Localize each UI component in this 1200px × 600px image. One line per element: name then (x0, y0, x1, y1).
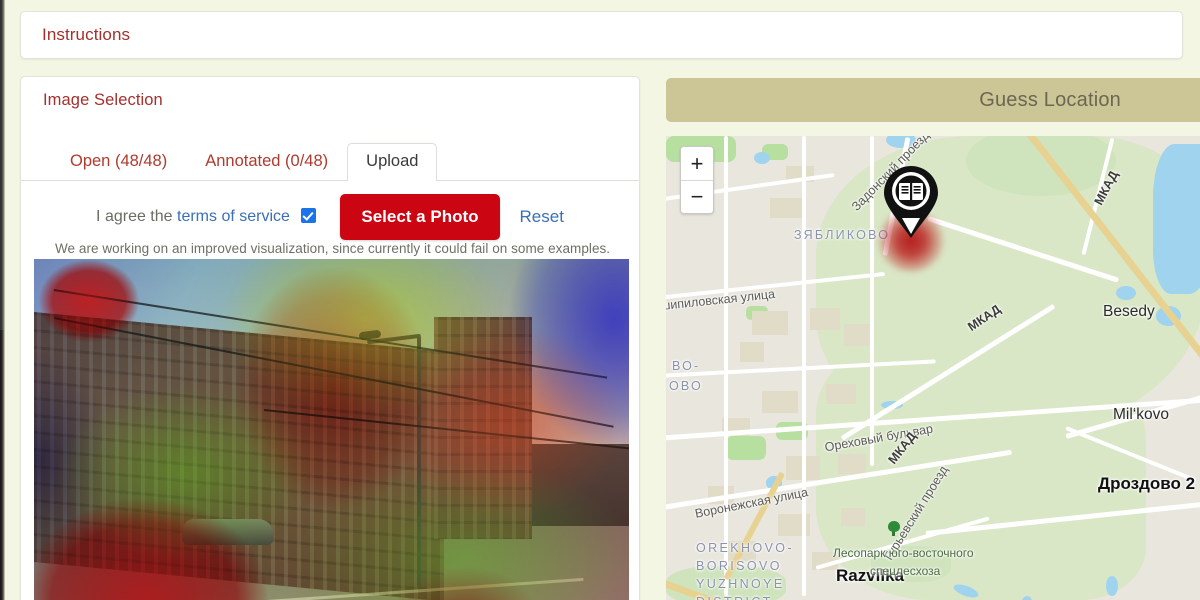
tab-annotated[interactable]: Annotated (0/48) (186, 143, 347, 181)
map-label-ovo: ОВО (669, 379, 703, 393)
map-water-pond-9 (1106, 576, 1118, 596)
instructions-title: Instructions (42, 25, 131, 44)
map-building-6 (844, 324, 870, 346)
guess-location-label: Guess Location (979, 88, 1121, 111)
map-canvas[interactable]: Задонский проезд шипиловская улица ЗЯБЛИ… (666, 136, 1200, 600)
terms-of-service-link[interactable]: terms of service (177, 208, 290, 225)
map-road-vert-2 (802, 136, 806, 596)
location-map[interactable]: Задонский проезд шипиловская улица ЗЯБЛИ… (666, 136, 1200, 600)
map-water-pond-1 (1116, 286, 1136, 300)
map-label-district-line1: OREKHOVO- (696, 541, 794, 555)
map-location-marker[interactable] (882, 164, 940, 240)
tab-upload[interactable]: Upload (347, 143, 438, 181)
map-label-zablikovo: ЗЯБЛИКОВО (794, 228, 891, 242)
app-root: Instructions Image Selection Open (48/48… (0, 0, 1200, 600)
map-zoom-out-button[interactable]: − (681, 180, 713, 213)
book-marker-icon (884, 166, 938, 238)
image-source-tabs: Open (48/48) Annotated (0/48) Upload (21, 135, 639, 181)
upload-controls-row: I agree the terms of service Select a Ph… (21, 187, 639, 247)
map-water-river (1153, 144, 1200, 294)
map-water-pond-3 (754, 152, 770, 164)
heatmap-photo-visualization[interactable] (34, 259, 629, 600)
map-label-drozdovo: Дроздово 2 (1098, 474, 1196, 493)
agree-prefix-text: I agree the (96, 208, 173, 225)
map-green-4 (726, 436, 766, 460)
select-a-photo-button[interactable]: Select a Photo (340, 194, 500, 240)
image-selection-title: Image Selection (43, 91, 163, 109)
terms-checkbox[interactable] (301, 208, 317, 223)
map-label-milkovo: Mil‘kovo (1113, 406, 1169, 423)
image-selection-card: Image Selection Open (48/48) Annotated (… (20, 76, 640, 600)
map-building-11 (838, 454, 866, 474)
map-building-2 (770, 198, 804, 218)
map-label-vo: ВО- (672, 359, 701, 373)
guess-location-bar[interactable]: Guess Location (666, 78, 1200, 122)
map-building-14 (841, 508, 865, 526)
heatmap-overlay-tint (34, 259, 629, 600)
left-edge-sliver-lower (0, 330, 5, 600)
map-label-district-line2: BORISOVO (696, 559, 782, 573)
map-label-park-line2: спецлесхоза (870, 564, 941, 578)
instructions-card[interactable]: Instructions (20, 11, 1183, 59)
map-building-3 (752, 311, 788, 335)
map-label-district-line3: YUZHNOYE (696, 577, 785, 591)
map-zoom-in-button[interactable]: + (681, 147, 713, 180)
reset-link[interactable]: Reset (520, 207, 564, 227)
visualization-note: We are working on an improved visualizat… (55, 241, 611, 256)
tab-open[interactable]: Open (48/48) (51, 143, 186, 181)
map-building-4 (810, 308, 840, 330)
terms-agreement-label: I agree the terms of service (96, 208, 317, 226)
map-label-besedy: Besedy (1103, 303, 1155, 320)
map-building-8 (826, 384, 856, 404)
map-label-park-line1: Лесопарк юго-восточного (833, 546, 974, 560)
map-road-vert-1 (724, 136, 728, 596)
map-label-district-line4: DISTRICT (696, 595, 773, 600)
map-zoom-control[interactable]: + − (680, 146, 714, 214)
map-building-5 (740, 342, 764, 362)
map-building-7 (762, 391, 798, 413)
